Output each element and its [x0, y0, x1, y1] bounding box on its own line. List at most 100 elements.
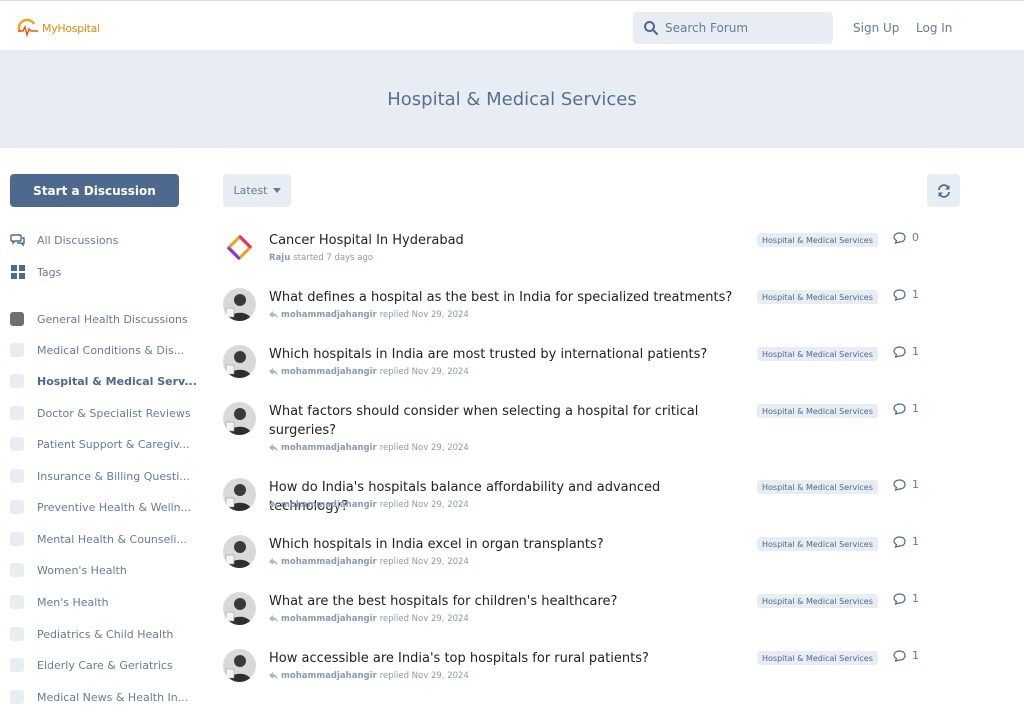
- sidebar-tag-label: Pediatrics & Child Health: [37, 627, 174, 641]
- discussion-title[interactable]: Which hospitals in India are most truste…: [269, 345, 739, 364]
- discussion-user[interactable]: mohammadjahangir: [281, 500, 377, 510]
- discussion-title[interactable]: What defines a hospital as the best in I…: [269, 288, 739, 307]
- discussion-user[interactable]: mohammadjahangir: [281, 614, 377, 624]
- tag-color-swatch: [10, 312, 24, 326]
- sidebar-tag-item[interactable]: Pediatrics & Child Health: [10, 623, 173, 645]
- sidebar-tag-label: Medical News & Health In...: [37, 690, 189, 704]
- reply-count-value: 1: [912, 402, 919, 415]
- discussion-user[interactable]: mohammadjahangir: [281, 443, 377, 453]
- discussion-meta: mohammadjahangir replied Nov 29, 2024: [269, 557, 469, 567]
- tag-color-swatch: [10, 563, 24, 577]
- sidebar-tag-item[interactable]: Insurance & Billing Questi...: [10, 465, 190, 487]
- site-logo[interactable]: MyHospital: [16, 15, 100, 41]
- sidebar-item-label: Tags: [37, 265, 62, 279]
- tag-color-swatch: [10, 374, 24, 388]
- tag-badge[interactable]: Hospital & Medical Services: [757, 233, 878, 247]
- sidebar-tag-label: Women's Health: [37, 563, 127, 577]
- user-avatar: [223, 402, 256, 435]
- discussion-action: replied Nov 29, 2024: [379, 671, 469, 681]
- user-avatar: [223, 535, 256, 568]
- user-avatar: [223, 288, 256, 321]
- discussion-user[interactable]: mohammadjahangir: [281, 671, 377, 681]
- discussion-action: replied Nov 29, 2024: [379, 614, 469, 624]
- reply-count-value: 1: [912, 288, 919, 301]
- tag-color-swatch: [10, 469, 24, 483]
- sidebar-tag-label: General Health Discussions: [37, 312, 188, 326]
- discussion-meta: mohammadjahangir replied Nov 29, 2024: [269, 310, 469, 320]
- discussion-user[interactable]: mohammadjahangir: [281, 557, 377, 567]
- login-link[interactable]: Log In: [916, 21, 952, 35]
- tag-badge[interactable]: Hospital & Medical Services: [757, 404, 878, 418]
- sidebar-tag-item[interactable]: Preventive Health & Welln...: [10, 496, 191, 518]
- discussion-user[interactable]: Raju: [269, 253, 290, 263]
- top-header: MyHospital Sign Up Log In: [0, 0, 1024, 50]
- sidebar-tag-item[interactable]: Patient Support & Caregiv...: [10, 433, 190, 455]
- sidebar-tag-label: Patient Support & Caregiv...: [37, 437, 190, 451]
- comment-icon: [893, 478, 906, 491]
- sidebar-tag-item[interactable]: Elderly Care & Geriatrics: [10, 654, 173, 676]
- tag-color-swatch: [10, 343, 24, 357]
- tag-badge[interactable]: Hospital & Medical Services: [757, 480, 878, 494]
- discussion-action: replied Nov 29, 2024: [379, 310, 469, 320]
- reply-icon: [269, 558, 278, 566]
- sidebar-tag-label: Mental Health & Counseli...: [37, 532, 187, 546]
- sidebar-item-tags[interactable]: Tags: [10, 261, 61, 283]
- sidebar-item-all-discussions[interactable]: All Discussions: [10, 229, 118, 251]
- discussion-title[interactable]: What are the best hospitals for children…: [269, 592, 739, 611]
- tag-color-swatch: [10, 690, 24, 704]
- search-input[interactable]: [665, 21, 825, 35]
- sidebar-tag-item[interactable]: Men's Health: [10, 591, 109, 613]
- sidebar-tag-item-active[interactable]: Hospital & Medical Serv...: [10, 370, 197, 392]
- discussion-meta: mohammadjahangir replied Nov 29, 2024: [269, 614, 469, 624]
- user-avatar: [223, 592, 256, 625]
- tag-badge[interactable]: Hospital & Medical Services: [757, 290, 878, 304]
- tag-badge[interactable]: Hospital & Medical Services: [757, 347, 878, 361]
- reply-icon: [269, 672, 278, 680]
- start-discussion-button[interactable]: Start a Discussion: [10, 174, 179, 207]
- discussion-title[interactable]: What factors should consider when select…: [269, 402, 709, 440]
- refresh-button[interactable]: [927, 174, 960, 207]
- tag-badge[interactable]: Hospital & Medical Services: [757, 537, 878, 551]
- sidebar-tag-label: Medical Conditions & Dis...: [37, 343, 185, 357]
- signup-link[interactable]: Sign Up: [853, 21, 899, 35]
- discussion-user[interactable]: mohammadjahangir: [281, 310, 377, 320]
- sidebar-tag-item[interactable]: Medical News & Health In...: [10, 686, 188, 708]
- reply-icon: [269, 444, 278, 452]
- sidebar-tag-item[interactable]: Doctor & Specialist Reviews: [10, 402, 191, 424]
- discussion-action: replied Nov 29, 2024: [379, 557, 469, 567]
- discussion-meta: mohammadjahangir replied Nov 29, 2024: [269, 443, 469, 453]
- tag-badge[interactable]: Hospital & Medical Services: [757, 594, 878, 608]
- sidebar-tag-item[interactable]: Mental Health & Counseli...: [10, 528, 187, 550]
- user-avatar: [223, 649, 256, 682]
- tag-badge[interactable]: Hospital & Medical Services: [757, 651, 878, 665]
- discussion-user[interactable]: mohammadjahangir: [281, 367, 377, 377]
- tag-color-swatch: [10, 437, 24, 451]
- tag-color-swatch: [10, 595, 24, 609]
- sort-label: Latest: [233, 184, 268, 197]
- discussion-title[interactable]: How accessible are India's top hospitals…: [269, 649, 739, 668]
- sort-dropdown[interactable]: Latest: [223, 174, 291, 207]
- discussion-title[interactable]: Cancer Hospital In Hyderabad: [269, 231, 739, 250]
- reply-count-value: 1: [912, 592, 919, 605]
- comment-icon: [893, 402, 906, 415]
- comment-icon: [893, 592, 906, 605]
- reply-count: 0: [893, 231, 919, 244]
- sidebar-tag-label: Elderly Care & Geriatrics: [37, 658, 173, 672]
- comment-icon: [893, 535, 906, 548]
- reply-count: 1: [893, 402, 919, 415]
- reply-count: 1: [893, 535, 919, 548]
- sidebar-tag-item[interactable]: Medical Conditions & Dis...: [10, 339, 184, 361]
- tag-color-swatch: [10, 500, 24, 514]
- reply-count-value: 0: [912, 231, 919, 244]
- sidebar-tag-item[interactable]: General Health Discussions: [10, 308, 188, 330]
- sidebar-tag-item[interactable]: Women's Health: [10, 559, 127, 581]
- discussion-action: replied Nov 29, 2024: [379, 443, 469, 453]
- discussion-title[interactable]: How do India's hospitals balance afforda…: [269, 478, 739, 516]
- search-box[interactable]: [633, 12, 833, 44]
- reply-count-value: 1: [912, 478, 919, 491]
- reply-icon: [269, 368, 278, 376]
- discussion-title[interactable]: Which hospitals in India excel in organ …: [269, 535, 739, 554]
- discussion-action: replied Nov 29, 2024: [379, 367, 469, 377]
- discussion-meta: Raju started 7 days ago: [269, 253, 373, 263]
- discussion-meta: mohammadjahangir replied Nov 29, 2024: [269, 367, 469, 377]
